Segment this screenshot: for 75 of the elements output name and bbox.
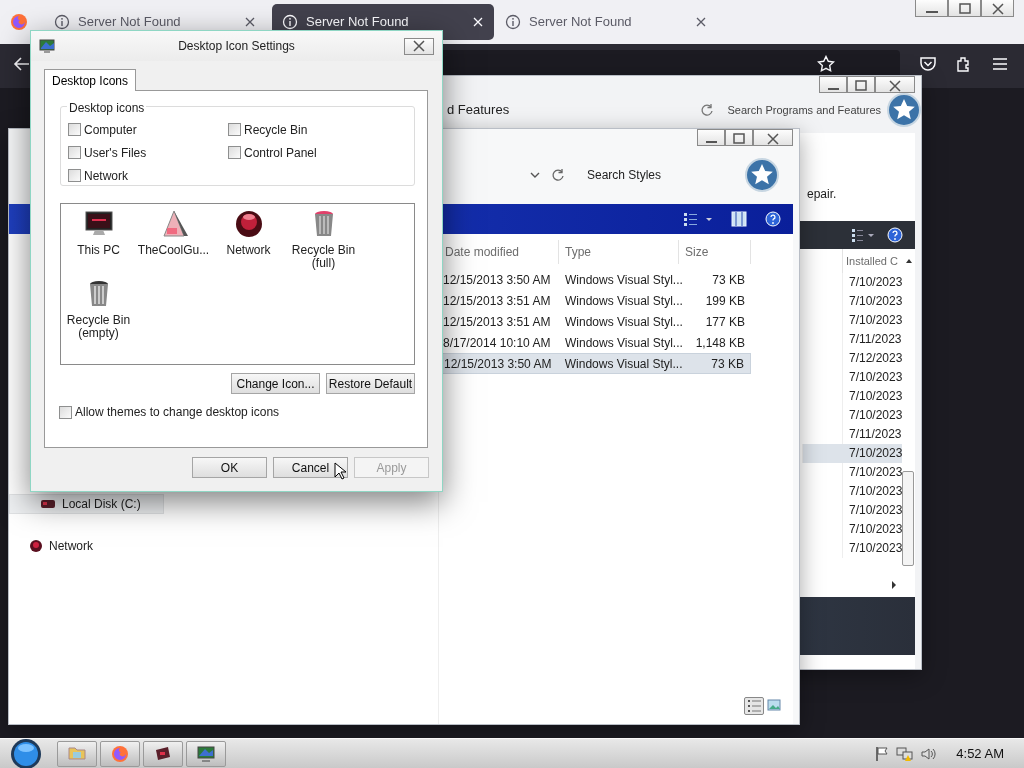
- view-icon[interactable]: [851, 228, 875, 242]
- checkbox[interactable]: Recycle Bin: [228, 121, 388, 138]
- display-icon: [196, 743, 216, 764]
- search-field[interactable]: Search Programs and Features: [727, 101, 881, 119]
- window-title: Desktop Icon Settings: [177, 38, 296, 55]
- dialog-button[interactable]: OK: [192, 457, 267, 478]
- close-icon[interactable]: [695, 16, 707, 28]
- refresh-icon[interactable]: [551, 168, 565, 182]
- info-icon: [505, 14, 521, 30]
- table-cell: 7/10/2023: [842, 406, 902, 425]
- checkbox[interactable]: Control Panel: [228, 144, 388, 161]
- scrollbar[interactable]: [902, 471, 914, 566]
- nav-item[interactable]: Network: [9, 536, 164, 556]
- network-icon[interactable]: [896, 745, 915, 762]
- firefox-icon: [110, 743, 130, 764]
- dialog-button[interactable]: Change Icon...: [231, 373, 320, 394]
- menu-icon[interactable]: [992, 57, 1008, 71]
- table-cell: 7/10/2023: [842, 292, 902, 311]
- icon-list[interactable]: This PC TheCoolGu... Network Recycle Bin (full) Recycle Bin (empty): [60, 203, 415, 365]
- list-icon: [745, 698, 763, 714]
- checkbox[interactable]: Computer: [68, 121, 228, 138]
- taskbar-button[interactable]: [143, 740, 183, 767]
- browser-tab[interactable]: Server Not Found: [495, 4, 717, 40]
- icon-label[interactable]: TheCoolGu...: [136, 244, 211, 257]
- table-cell: 7/12/2023: [842, 349, 902, 368]
- details-view-button[interactable]: [744, 697, 764, 715]
- file-row[interactable]: 12/15/2013 3:51 AM Windows Visual Styl... 199 KB: [439, 290, 751, 311]
- table-cell: 7/11/2023: [842, 330, 902, 349]
- checkbox[interactable]: Allow themes to change desktop icons: [59, 403, 415, 421]
- firefox-icon: [10, 13, 28, 31]
- orb-icon: [29, 539, 43, 553]
- icon-label[interactable]: Recycle Bin (full): [286, 244, 361, 270]
- file-row[interactable]: 8/17/2014 10:10 AM Windows Visual Styl... 1,148 KB: [439, 332, 751, 353]
- dialog-button[interactable]: Restore Default: [326, 373, 415, 394]
- table-cell: 7/10/2023: [842, 368, 902, 387]
- pane-icon[interactable]: [731, 211, 747, 227]
- cursor-icon: [334, 462, 346, 480]
- column-header[interactable]: Installed C: [842, 249, 904, 273]
- checkbox[interactable]: Network: [68, 167, 228, 184]
- table-cell: 7/10/2023: [842, 311, 902, 330]
- scroll-right-icon[interactable]: [889, 579, 899, 591]
- tab[interactable]: Desktop Icons: [44, 69, 137, 91]
- refresh-icon[interactable]: [699, 103, 714, 117]
- back-icon[interactable]: [13, 55, 31, 73]
- table-cell: 7/10/2023: [802, 444, 902, 463]
- table-cell: 7/10/2023: [842, 273, 902, 292]
- help-icon[interactable]: [887, 227, 903, 243]
- address-text: d Features: [446, 101, 511, 120]
- icon-label[interactable]: Recycle Bin (empty): [61, 314, 136, 340]
- taskbar-button[interactable]: [186, 740, 226, 767]
- browser-tab[interactable]: Server Not Found: [44, 4, 266, 40]
- icon-label[interactable]: This PC: [61, 244, 136, 257]
- checkbox[interactable]: User's Files: [68, 144, 228, 161]
- dialog-button[interactable]: Cancel: [273, 457, 348, 478]
- volume-icon[interactable]: [920, 745, 937, 762]
- pocket-icon[interactable]: [919, 55, 937, 73]
- column-header[interactable]: Size: [679, 240, 751, 264]
- view-icon[interactable]: [683, 212, 713, 226]
- nav-item[interactable]: Local Disk (C:): [9, 494, 164, 514]
- help-icon[interactable]: [765, 211, 781, 227]
- file-row[interactable]: 12/15/2013 3:50 AM Windows Visual Styl... 73 KB: [439, 269, 751, 290]
- icon-label[interactable]: Network: [211, 244, 286, 257]
- description-text: epair.: [807, 187, 837, 201]
- info-icon: [282, 14, 298, 30]
- table-cell: 7/10/2023: [842, 387, 902, 406]
- drive-icon: [40, 498, 56, 510]
- info-icon: [54, 14, 70, 30]
- file-row[interactable]: 12/15/2013 3:51 AM Windows Visual Styl... 177 KB: [439, 311, 751, 332]
- close-icon[interactable]: [244, 16, 256, 28]
- search-field[interactable]: Search Styles: [587, 166, 745, 184]
- start-icon[interactable]: [10, 737, 42, 768]
- flag-icon[interactable]: [874, 745, 891, 762]
- column-header[interactable]: Type: [559, 240, 679, 264]
- display-icon: [39, 39, 55, 53]
- clock[interactable]: 4:52 AM: [956, 743, 1004, 764]
